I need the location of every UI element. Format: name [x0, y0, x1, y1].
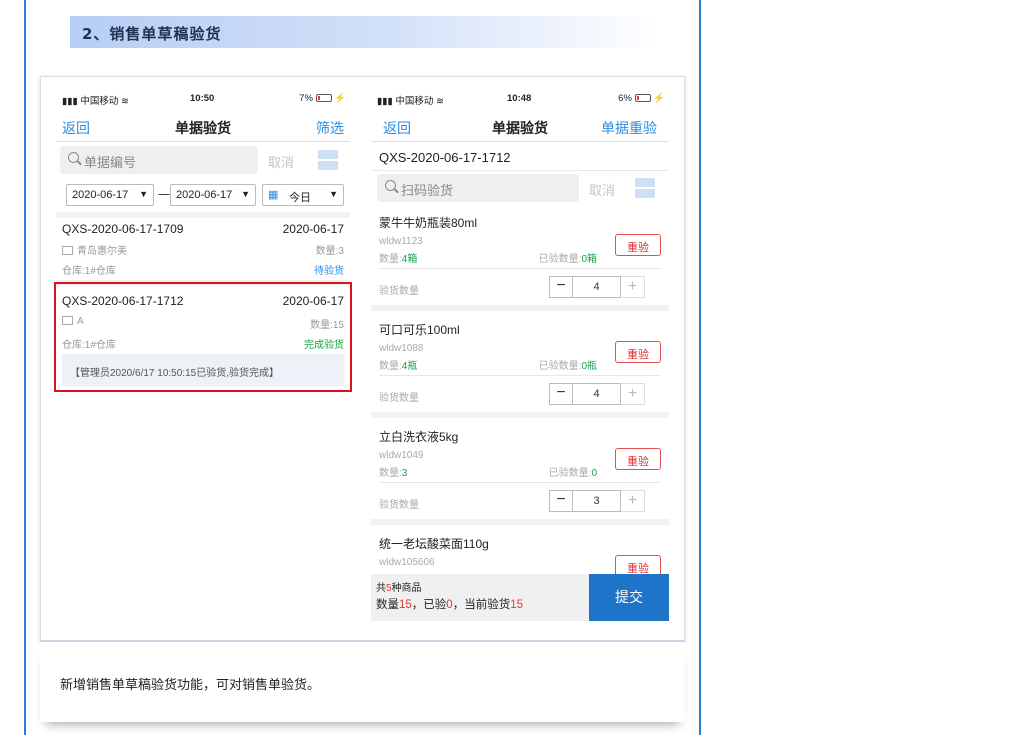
- scan-icon[interactable]: [318, 150, 338, 170]
- list-item: 立白洗衣液5kg wldw1049 数量:3 已验数量:0 重验 验货数量 − …: [371, 422, 669, 522]
- item-code: wldw1088: [379, 343, 424, 354]
- quantity-input[interactable]: 4: [573, 276, 621, 298]
- chevron-down-icon: ▼: [241, 189, 250, 199]
- recheck-button[interactable]: 重验: [615, 234, 661, 256]
- date-to-select[interactable]: 2020-06-17 ▼: [170, 184, 256, 206]
- warehouse: 仓库:1#仓库: [62, 266, 116, 277]
- cancel-button[interactable]: 取消: [589, 180, 615, 199]
- scan-icon[interactable]: [635, 178, 655, 198]
- verify-qty-label: 验货数量: [379, 286, 419, 297]
- recheck-button[interactable]: 重验: [615, 448, 661, 470]
- chevron-down-icon: ▼: [139, 189, 148, 199]
- item-code: wldw1123: [379, 236, 423, 247]
- verify-qty-label: 验货数量: [379, 393, 419, 404]
- status-bar: ▮▮▮ 中国移动 ≋ 10:48 6% ⚡: [377, 93, 665, 107]
- item-code: wldw105606: [379, 557, 435, 568]
- page-title: 单据验货: [175, 120, 231, 136]
- verify-qty-label: 验货数量: [379, 500, 419, 511]
- date-separator: —: [158, 187, 170, 201]
- item-name: 立白洗衣液5kg: [379, 430, 459, 444]
- section-header: 2、销售单草稿验货: [66, 16, 660, 48]
- order-qty: 数量:3: [315, 246, 344, 257]
- back-button[interactable]: 返回: [383, 118, 411, 138]
- status-bar: ▮▮▮ 中国移动 ≋ 10:50 7% ⚡: [62, 93, 346, 107]
- item-qty: 数量:4箱: [379, 254, 418, 265]
- order-date: 2020-06-17: [282, 222, 344, 236]
- item-type-count: 共5种商品: [376, 583, 422, 594]
- cancel-button[interactable]: 取消: [268, 152, 294, 171]
- quantity-input[interactable]: 3: [573, 490, 621, 512]
- decrement-button[interactable]: −: [549, 383, 573, 405]
- right-phone-screen: ▮▮▮ 中国移动 ≋ 10:48 6% ⚡ 返回 单据验货 单据重验 QXS-2…: [371, 88, 669, 621]
- battery-percent: 6%: [618, 93, 632, 104]
- customer-name: 青岛惠尔美: [77, 246, 127, 257]
- section-title: 2、销售单草稿验货: [82, 25, 222, 43]
- order-no: QXS-2020-06-17-1709: [62, 222, 184, 236]
- item-checked-qty: 已验数量:0: [548, 468, 597, 479]
- chevron-down-icon: ▼: [329, 189, 338, 199]
- caption-text: 新增销售单草稿验货功能，可对销售单验货。: [60, 678, 321, 693]
- battery-percent: 7%: [299, 93, 313, 104]
- calendar-icon: ▦: [268, 189, 279, 201]
- nav-bar: 返回 单据验货 单据重验: [371, 110, 669, 142]
- quantity-stepper: − 4 +: [549, 383, 645, 405]
- search-icon: [68, 152, 79, 163]
- battery-icon: [315, 94, 332, 102]
- increment-button[interactable]: +: [621, 276, 645, 298]
- item-qty: 数量:4瓶: [379, 361, 418, 372]
- item-name: 统一老坛酸菜面110g: [379, 537, 489, 551]
- list-item: 可口可乐100ml wldw1088 数量:4瓶 已验数量:0瓶 重验 验货数量…: [371, 315, 669, 415]
- item-name: 蒙牛牛奶瓶装80ml: [379, 216, 478, 230]
- submit-button[interactable]: 提交: [589, 574, 669, 621]
- item-checked-qty: 已验数量:0瓶: [538, 361, 597, 372]
- recheck-order-button[interactable]: 单据重验: [601, 118, 657, 138]
- carrier-label: 中国移动: [395, 96, 434, 107]
- list-item: 统一老坛酸菜面110g wldw105606 重验: [371, 529, 669, 577]
- decrement-button[interactable]: −: [549, 276, 573, 298]
- date-from-select[interactable]: 2020-06-17 ▼: [66, 184, 154, 206]
- back-button[interactable]: 返回: [62, 118, 90, 138]
- clock: 10:48: [507, 93, 532, 104]
- increment-button[interactable]: +: [621, 383, 645, 405]
- quantity-input[interactable]: 4: [573, 383, 621, 405]
- filter-button[interactable]: 筛选: [316, 118, 344, 138]
- clock: 10:50: [190, 93, 215, 104]
- scan-search-input[interactable]: 扫码验货: [377, 174, 579, 202]
- date-range-select[interactable]: ▦ 今日 ▼: [262, 184, 344, 206]
- battery-icon: [634, 94, 651, 102]
- increment-button[interactable]: +: [621, 490, 645, 512]
- item-name: 可口可乐100ml: [379, 323, 460, 337]
- item-qty: 数量:3: [379, 468, 408, 479]
- decrement-button[interactable]: −: [549, 490, 573, 512]
- order-row[interactable]: QXS-2020-06-17-1709 2020-06-17 青岛惠尔美 数量:…: [56, 218, 350, 280]
- summary-totals: 数量15，已验0，当前验货15: [376, 599, 523, 611]
- item-code: wldw1049: [379, 450, 424, 461]
- status-badge: 待验货: [314, 266, 344, 277]
- quantity-stepper: − 3 +: [549, 490, 645, 512]
- nav-bar: 返回 单据验货 筛选: [56, 110, 350, 142]
- recheck-button[interactable]: 重验: [615, 341, 661, 363]
- summary-footer: 共5种商品 数量15，已验0，当前验货15 提交: [371, 574, 669, 621]
- document-icon: [62, 246, 73, 255]
- search-icon: [385, 180, 396, 191]
- highlight-box: [54, 282, 352, 392]
- quantity-stepper: − 4 +: [549, 276, 645, 298]
- list-item: 蒙牛牛奶瓶装80ml wldw1123 数量:4箱 已验数量:0箱 重验 验货数…: [371, 208, 669, 308]
- order-number: QXS-2020-06-17-1712: [379, 150, 511, 165]
- carrier-label: 中国移动: [80, 96, 119, 107]
- search-input[interactable]: 单据编号: [60, 146, 258, 174]
- item-checked-qty: 已验数量:0箱: [538, 254, 597, 265]
- caption-box: 新增销售单草稿验货功能，可对销售单验货。: [40, 642, 685, 722]
